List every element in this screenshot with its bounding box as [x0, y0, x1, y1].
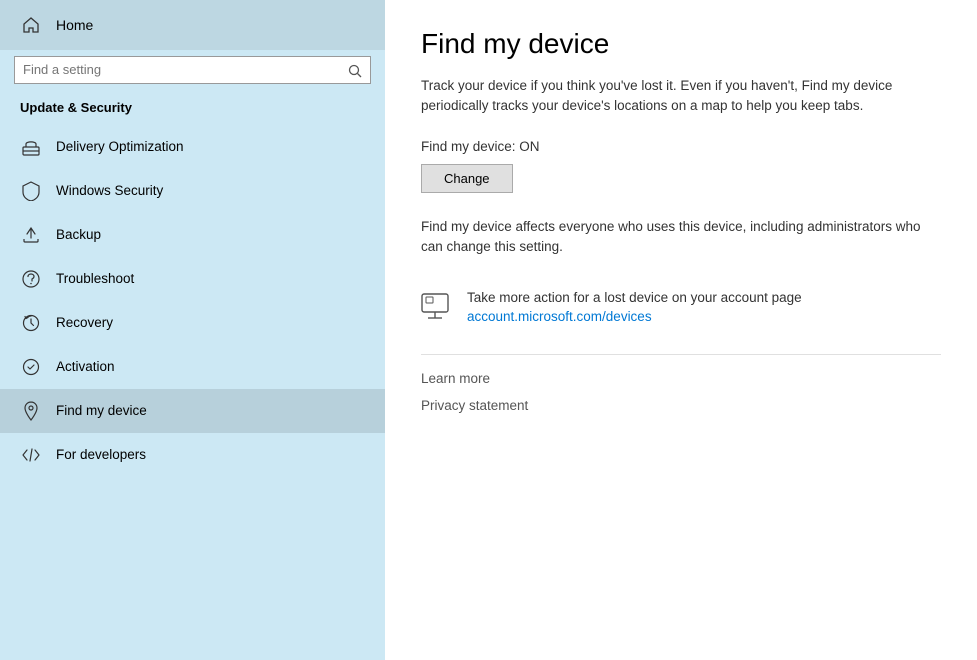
page-title: Find my device: [421, 28, 941, 60]
developers-icon: [20, 444, 42, 466]
divider: [421, 354, 941, 355]
sidebar-item-troubleshoot[interactable]: Troubleshoot: [0, 257, 385, 301]
search-box[interactable]: [14, 56, 371, 84]
monitor-icon: [421, 289, 453, 321]
sidebar-item-backup[interactable]: Backup: [0, 213, 385, 257]
sidebar-label: Recovery: [56, 315, 113, 330]
action-row: Take more action for a lost device on yo…: [421, 287, 941, 324]
find-device-icon: [20, 400, 42, 422]
sidebar-item-for-developers[interactable]: For developers: [0, 433, 385, 477]
description-text: Track your device if you think you've lo…: [421, 76, 941, 117]
search-input[interactable]: [23, 62, 342, 77]
learn-more-link[interactable]: Learn more: [421, 371, 941, 386]
privacy-statement-link[interactable]: Privacy statement: [421, 398, 941, 413]
sidebar-label: Find my device: [56, 403, 147, 418]
sidebar-home-label: Home: [56, 17, 93, 33]
sidebar-item-home[interactable]: Home: [0, 0, 385, 50]
action-text-block: Take more action for a lost device on yo…: [467, 287, 802, 324]
activation-icon: [20, 356, 42, 378]
home-icon: [20, 14, 42, 36]
main-content: Find my device Track your device if you …: [385, 0, 977, 660]
status-line: Find my device: ON: [421, 139, 941, 154]
sidebar-section-title: Update & Security: [0, 94, 385, 125]
account-link[interactable]: account.microsoft.com/devices: [467, 309, 802, 324]
sidebar-label: Activation: [56, 359, 115, 374]
sidebar-item-activation[interactable]: Activation: [0, 345, 385, 389]
backup-icon: [20, 224, 42, 246]
search-icon: [348, 62, 362, 78]
sidebar-label: Troubleshoot: [56, 271, 134, 286]
sidebar-label: Windows Security: [56, 183, 163, 198]
sidebar-item-recovery[interactable]: Recovery: [0, 301, 385, 345]
sidebar-label: Delivery Optimization: [56, 139, 184, 154]
sidebar-label: Backup: [56, 227, 101, 242]
sidebar-label: For developers: [56, 447, 146, 462]
change-button[interactable]: Change: [421, 164, 513, 193]
shield-icon: [20, 180, 42, 202]
delivery-icon: [20, 136, 42, 158]
action-heading: Take more action for a lost device on yo…: [467, 287, 802, 309]
sidebar-item-windows-security[interactable]: Windows Security: [0, 169, 385, 213]
affect-text: Find my device affects everyone who uses…: [421, 217, 921, 258]
sidebar-item-delivery-optimization[interactable]: Delivery Optimization: [0, 125, 385, 169]
recovery-icon: [20, 312, 42, 334]
sidebar-item-find-my-device[interactable]: Find my device: [0, 389, 385, 433]
sidebar: Home Update & Security Delivery Optimiza…: [0, 0, 385, 660]
troubleshoot-icon: [20, 268, 42, 290]
